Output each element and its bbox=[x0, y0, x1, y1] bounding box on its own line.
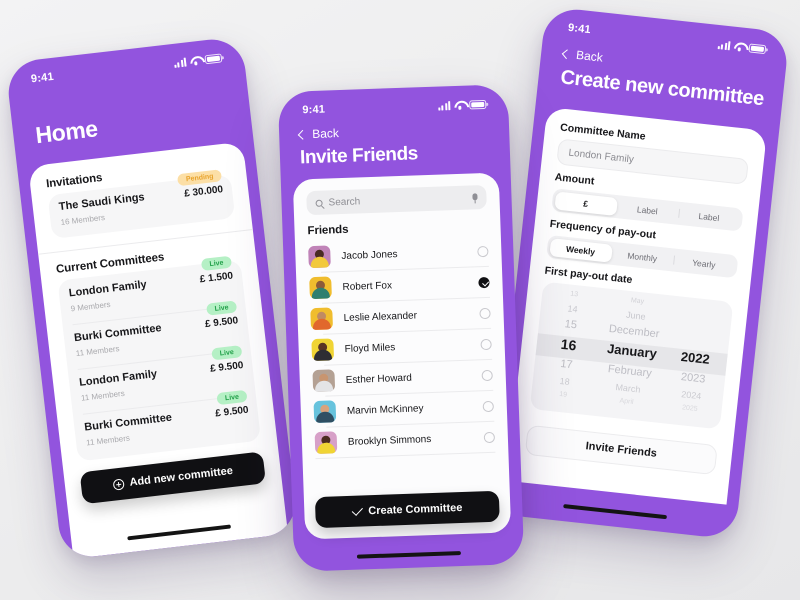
page-title-create: Create new committee bbox=[559, 66, 765, 111]
search-input[interactable]: Search bbox=[306, 184, 487, 216]
create-form-sheet: Committee Name London Family Amount £ La… bbox=[506, 106, 768, 505]
status-time-create: 9:41 bbox=[567, 21, 592, 37]
amount-option-0[interactable]: £ bbox=[553, 190, 618, 216]
friend-name: Brooklyn Simmons bbox=[347, 433, 432, 448]
committee-name-value: London Family bbox=[567, 147, 635, 166]
status-bar-home: 9:41 bbox=[5, 36, 245, 93]
invite-friends-button[interactable]: Invite Friends bbox=[524, 424, 718, 476]
current-committees-card: London Family 9 Members Live £ 1.500 Bur… bbox=[57, 255, 262, 462]
search-placeholder: Search bbox=[328, 195, 361, 208]
friend-select-radio[interactable] bbox=[479, 307, 491, 319]
back-button-create[interactable]: Back bbox=[561, 46, 604, 65]
friend-select-radio[interactable] bbox=[481, 369, 493, 381]
check-icon bbox=[351, 504, 363, 516]
home-content-sheet: Invitations The Saudi Kings 16 Members P… bbox=[28, 141, 289, 559]
avatar bbox=[311, 338, 335, 362]
friend-name: Leslie Alexander bbox=[343, 309, 418, 324]
battery-icon bbox=[204, 52, 223, 64]
status-icons-create bbox=[717, 40, 767, 54]
home-indicator-invite bbox=[356, 551, 461, 559]
avatar bbox=[308, 245, 331, 269]
back-label-create: Back bbox=[575, 47, 604, 65]
chevron-left-icon bbox=[297, 129, 308, 140]
back-label-invite: Back bbox=[311, 126, 340, 141]
status-icons-home bbox=[174, 52, 223, 68]
signal-icon bbox=[438, 100, 451, 111]
friend-select-radio[interactable] bbox=[477, 245, 489, 257]
friend-name: Esther Howard bbox=[345, 372, 413, 386]
wifi-icon bbox=[190, 55, 202, 65]
amount-option-1[interactable]: Label bbox=[616, 198, 680, 223]
search-icon bbox=[315, 199, 323, 207]
avatar bbox=[310, 307, 334, 331]
first-payout-date-picker[interactable]: 13 14 15 16 17 18 19 May June December J… bbox=[529, 281, 734, 430]
battery-icon bbox=[469, 99, 487, 109]
friend-name: Marvin McKinney bbox=[346, 402, 424, 417]
picker-column-year[interactable]: 2022 2023 2024 2025 bbox=[656, 295, 733, 429]
committee-amount: £ 9.500 bbox=[214, 404, 250, 420]
page-title-home: Home bbox=[34, 115, 99, 149]
avatar bbox=[309, 276, 332, 300]
invite-content-sheet: Search Friends Jacob Jones Robert Fox Le… bbox=[292, 172, 512, 540]
friend-name: Floyd Miles bbox=[344, 341, 396, 355]
status-time-invite: 9:41 bbox=[302, 103, 326, 117]
avatar bbox=[312, 369, 336, 393]
status-bar-invite: 9:41 bbox=[278, 84, 509, 122]
microphone-icon[interactable] bbox=[472, 193, 477, 202]
status-icons-invite bbox=[438, 99, 487, 111]
battery-icon bbox=[748, 42, 767, 54]
friend-name: Robert Fox bbox=[342, 279, 393, 293]
page-title-invite: Invite Friends bbox=[299, 143, 419, 169]
back-button-invite[interactable]: Back bbox=[297, 126, 340, 141]
amount-label: Amount bbox=[554, 171, 595, 188]
friends-heading: Friends bbox=[307, 223, 349, 238]
signal-icon bbox=[717, 40, 731, 50]
phone-home: 9:41 Home Invitations The Saudi Kings 16… bbox=[5, 35, 299, 561]
add-new-committee-label: Add new committee bbox=[128, 464, 234, 489]
add-new-committee-button[interactable]: Add new committee bbox=[79, 451, 267, 505]
friend-select-radio[interactable] bbox=[483, 431, 496, 443]
home-indicator-create bbox=[562, 503, 667, 520]
plus-circle-icon bbox=[112, 478, 125, 491]
wifi-icon bbox=[454, 100, 465, 109]
frequency-option-monthly[interactable]: Monthly bbox=[610, 244, 674, 269]
wifi-icon bbox=[734, 41, 746, 51]
friend-select-radio[interactable] bbox=[482, 400, 494, 412]
committee-amount: £ 1.500 bbox=[199, 270, 234, 286]
avatar bbox=[313, 400, 337, 424]
app-showcase-scene: 9:41 Back Create new committee Committee… bbox=[0, 0, 800, 600]
amount-option-2[interactable]: Label bbox=[677, 204, 741, 229]
friend-name: Jacob Jones bbox=[341, 248, 398, 262]
create-committee-label: Create Committee bbox=[368, 501, 463, 517]
invitations-heading: Invitations bbox=[45, 171, 103, 191]
chevron-left-icon bbox=[561, 48, 572, 59]
create-committee-button[interactable]: Create Committee bbox=[314, 490, 500, 529]
friend-select-radio-selected[interactable] bbox=[478, 276, 490, 288]
friend-select-radio[interactable] bbox=[480, 338, 492, 350]
phone-invite-friends: 9:41 Back Invite Friends Search Friends … bbox=[277, 84, 525, 572]
committee-amount: £ 9.500 bbox=[209, 359, 244, 375]
frequency-option-weekly[interactable]: Weekly bbox=[548, 237, 613, 263]
phone-create-committee: 9:41 Back Create new committee Committee… bbox=[491, 6, 790, 540]
committee-amount: £ 9.500 bbox=[204, 315, 239, 331]
status-time-home: 9:41 bbox=[30, 70, 55, 86]
frequency-option-yearly[interactable]: Yearly bbox=[672, 251, 736, 276]
avatar bbox=[314, 431, 338, 455]
signal-icon bbox=[174, 57, 187, 68]
